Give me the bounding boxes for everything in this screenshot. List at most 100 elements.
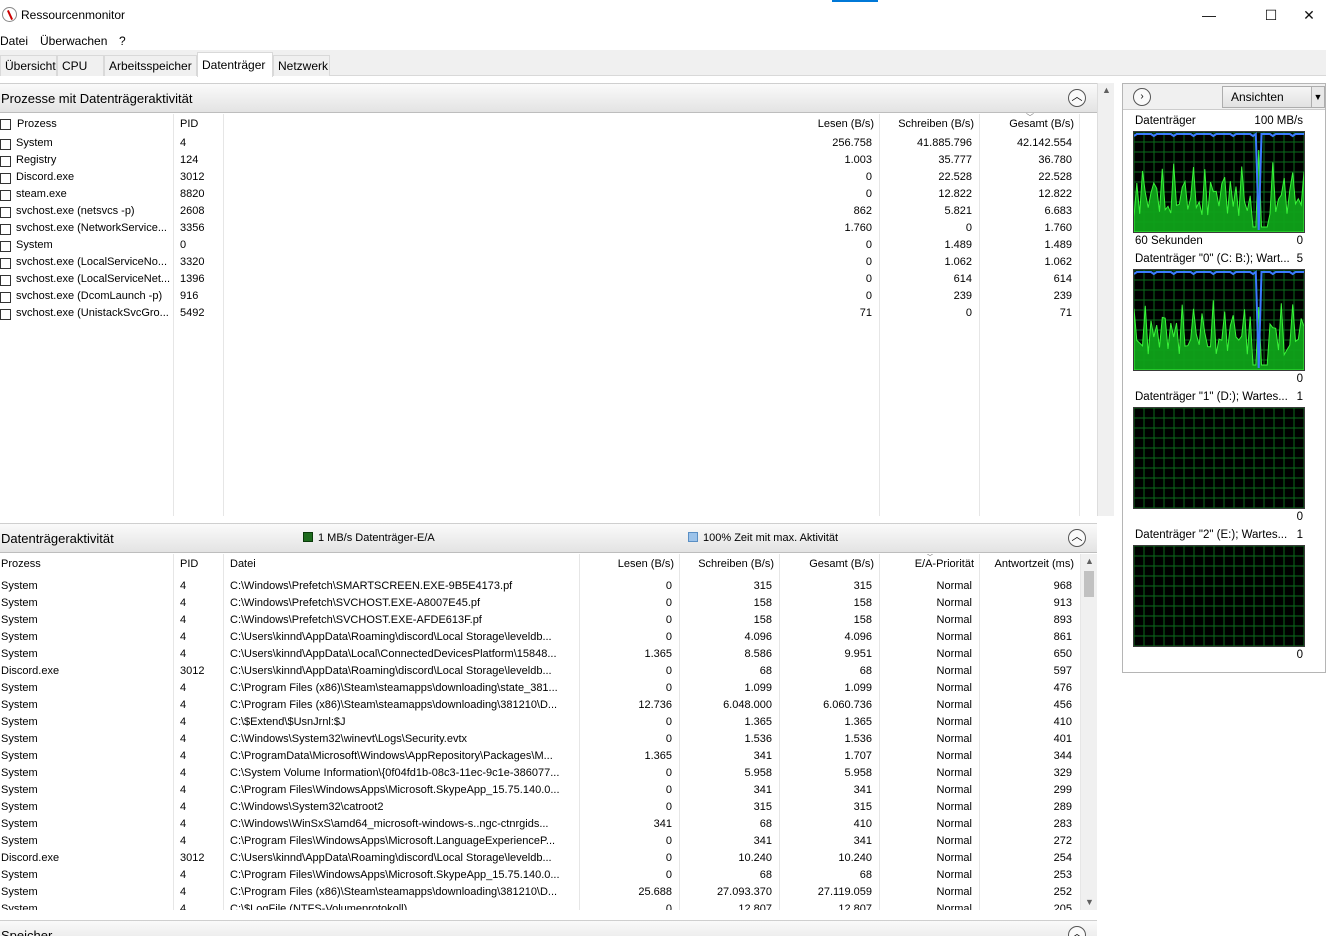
processes-scrollbar-track[interactable]: ▲ [1097, 83, 1114, 516]
processes-panel-header[interactable]: Prozesse mit Datenträgeraktivität ︿ [0, 83, 1097, 113]
disk-process[interactable]: System [1, 886, 171, 898]
disk-activity-panel-header[interactable]: Datenträgeraktivität 1 MB/s Datenträger-… [0, 523, 1097, 553]
menu-datei[interactable]: Datei [0, 34, 28, 48]
expand-pane-icon[interactable]: › [1133, 88, 1151, 106]
disk-col-lesen[interactable]: Lesen (B/s) [580, 558, 674, 570]
disk-process[interactable]: System [1, 801, 171, 813]
process-name[interactable]: svchost.exe (NetworkService... [16, 222, 171, 234]
process-name[interactable]: svchost.exe (UnistackSvcGro... [16, 307, 171, 319]
tab-cpu[interactable]: CPU [57, 55, 104, 76]
maximize-button[interactable]: ☐ [1248, 0, 1294, 31]
disk-read: 0 [665, 597, 672, 609]
collapse-disk-activity-icon[interactable]: ︿ [1068, 529, 1086, 547]
disk-col-datei[interactable]: Datei [230, 558, 256, 570]
disk-response-time: 650 [1053, 648, 1072, 660]
process-name[interactable]: svchost.exe (LocalServiceNet... [16, 273, 171, 285]
disk-scroll-thumb[interactable] [1084, 571, 1094, 597]
process-name[interactable]: Discord.exe [16, 171, 171, 183]
disk-process[interactable]: System [1, 784, 171, 796]
disk-process[interactable]: Discord.exe [1, 665, 171, 677]
process-name[interactable]: System [16, 137, 171, 149]
minimize-button[interactable]: — [1186, 0, 1232, 31]
process-name[interactable]: System [16, 239, 171, 251]
process-checkbox[interactable] [0, 173, 11, 184]
process-total: 614 [1053, 273, 1072, 285]
disk-process[interactable]: System [1, 631, 171, 643]
col-schreiben[interactable]: Schreiben (B/s) [880, 118, 974, 130]
process-name[interactable]: svchost.exe (netsvcs -p) [16, 205, 171, 217]
menu-ueberwachen[interactable]: Überwachen [40, 34, 107, 48]
process-checkbox[interactable] [0, 309, 11, 320]
scroll-up-icon[interactable]: ▲ [1098, 83, 1115, 98]
close-button[interactable]: ✕ [1292, 0, 1326, 31]
process-pid: 124 [180, 154, 199, 166]
chevron-down-icon[interactable]: ▼ [1312, 86, 1325, 108]
tab-arbeitsspeicher[interactable]: Arbeitsspeicher [104, 55, 197, 76]
process-checkbox[interactable] [0, 258, 11, 269]
process-checkbox[interactable] [0, 292, 11, 303]
disk-process[interactable]: System [1, 614, 171, 626]
disk-response-time: 329 [1053, 767, 1072, 779]
col-prozess[interactable]: Prozess [17, 118, 57, 130]
process-name[interactable]: steam.exe [16, 188, 171, 200]
disk-scroll-down-icon[interactable]: ▼ [1081, 895, 1098, 910]
disk-col-schreiben[interactable]: Schreiben (B/s) [680, 558, 774, 570]
disk-col-gesamt[interactable]: Gesamt (B/s) [780, 558, 874, 570]
disk-process[interactable]: System [1, 835, 171, 847]
disk-scroll-up-icon[interactable]: ▲ [1081, 554, 1098, 569]
disk-process[interactable]: System [1, 648, 171, 660]
process-checkbox[interactable] [0, 224, 11, 235]
process-checkbox[interactable] [0, 190, 11, 201]
disk-activity-table: Prozess PID Datei Lesen (B/s) Schreiben … [0, 554, 1080, 910]
disk-process[interactable]: System [1, 903, 171, 910]
disk-write: 1.365 [744, 716, 772, 728]
disk-process[interactable]: System [1, 733, 171, 745]
disk-process[interactable]: System [1, 750, 171, 762]
process-checkbox[interactable] [0, 156, 11, 167]
process-checkbox[interactable] [0, 207, 11, 218]
tab-uebersicht[interactable]: Übersicht [0, 55, 57, 76]
collapse-storage-icon[interactable]: ︿ [1068, 926, 1086, 936]
disk-read: 0 [665, 767, 672, 779]
storage-panel-header[interactable]: Speicher ︿ [0, 920, 1097, 936]
process-pid: 916 [180, 290, 199, 302]
collapse-processes-icon[interactable]: ︿ [1068, 89, 1086, 107]
process-name[interactable]: svchost.exe (DcomLaunch -p) [16, 290, 171, 302]
disk-write: 8.586 [744, 648, 772, 660]
disk-col-pid[interactable]: PID [180, 558, 198, 570]
disk-process[interactable]: System [1, 767, 171, 779]
disk-process[interactable]: System [1, 597, 171, 609]
process-checkbox[interactable] [0, 139, 11, 150]
disk-col-prozess[interactable]: Prozess [1, 558, 41, 570]
disk-priority: Normal [936, 750, 972, 762]
disk-process[interactable]: System [1, 869, 171, 881]
disk-process[interactable]: System [1, 716, 171, 728]
disk-col-antwortzeit[interactable]: Antwortzeit (ms) [980, 558, 1074, 570]
col-lesen[interactable]: Lesen (B/s) [780, 118, 874, 130]
views-dropdown[interactable]: Ansichten [1222, 86, 1312, 108]
disk-total: 4.096 [844, 631, 872, 643]
disk-pid: 4 [180, 580, 187, 592]
disk-process[interactable]: System [1, 818, 171, 830]
process-read: 0 [865, 171, 872, 183]
disk-priority: Normal [936, 733, 972, 745]
tab-datentraeger[interactable]: Datenträger [197, 52, 273, 77]
disk-write: 341 [753, 784, 772, 796]
process-name[interactable]: Registry [16, 154, 171, 166]
process-checkbox[interactable] [0, 241, 11, 252]
select-all-checkbox[interactable] [0, 119, 11, 130]
process-checkbox[interactable] [0, 275, 11, 286]
tab-netzwerk[interactable]: Netzwerk [273, 55, 330, 76]
disk-process[interactable]: System [1, 699, 171, 711]
disk-pid: 4 [180, 716, 187, 728]
col-pid[interactable]: PID [180, 118, 198, 130]
disk-process[interactable]: System [1, 682, 171, 694]
process-name[interactable]: svchost.exe (LocalServiceNo... [16, 256, 171, 268]
menu-help[interactable]: ? [119, 34, 126, 48]
disk-activity-scrollbar[interactable]: ▲ ▼ [1080, 554, 1097, 910]
disk-pid: 4 [180, 869, 187, 881]
disk-priority: Normal [936, 648, 972, 660]
disk-process[interactable]: Discord.exe [1, 852, 171, 864]
disk-process[interactable]: System [1, 580, 171, 592]
disk-read: 0 [665, 665, 672, 677]
